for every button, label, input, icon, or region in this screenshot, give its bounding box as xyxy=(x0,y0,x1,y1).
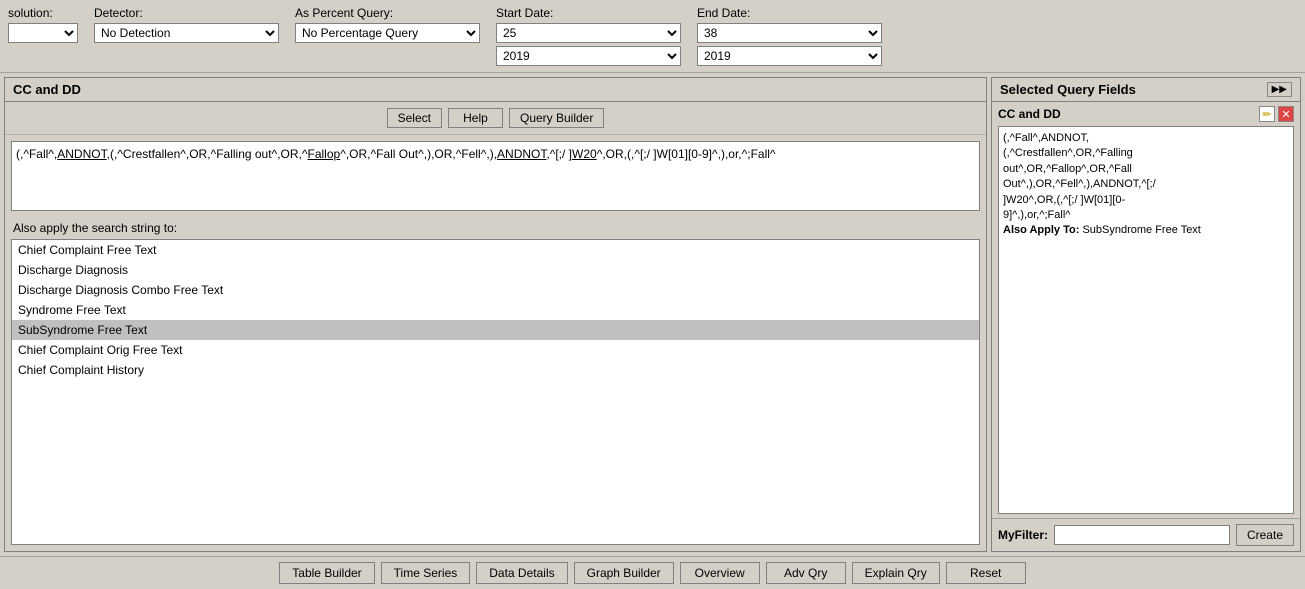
select-button[interactable]: Select xyxy=(387,108,442,128)
start-date-label: Start Date: xyxy=(496,6,681,20)
edit-icon[interactable]: ✏ xyxy=(1259,106,1275,122)
left-panel-title: CC and DD xyxy=(13,82,81,97)
end-date-year-select[interactable]: 2019 xyxy=(697,46,882,66)
percent-select[interactable]: No Percentage Query xyxy=(295,23,480,43)
myfilter-label: MyFilter: xyxy=(998,528,1048,542)
list-item[interactable]: Syndrome Free Text xyxy=(12,300,979,320)
toolbar-row: Select Help Query Builder xyxy=(5,102,986,135)
right-panel-query-text: (,^Fall^,ANDNOT, (,^Crestfallen^,OR,^Fal… xyxy=(1003,132,1156,221)
detector-group: Detector: No Detection xyxy=(94,6,279,43)
start-date-day-select[interactable]: 25 xyxy=(496,23,681,43)
help-button[interactable]: Help xyxy=(448,108,503,128)
start-date-year-select[interactable]: 2019 xyxy=(496,46,681,66)
list-item[interactable]: Discharge Diagnosis xyxy=(12,260,979,280)
list-item[interactable]: Chief Complaint Free Text xyxy=(12,240,979,260)
time-series-button[interactable]: Time Series xyxy=(381,562,471,584)
top-bar: solution: Detector: No Detection As Perc… xyxy=(0,0,1305,73)
left-panel: CC and DD Select Help Query Builder (,^F… xyxy=(4,77,987,552)
detector-label: Detector: xyxy=(94,6,279,20)
reset-button[interactable]: Reset xyxy=(946,562,1026,584)
delete-icon[interactable]: ✕ xyxy=(1278,106,1294,122)
list-item[interactable]: Chief Complaint Orig Free Text xyxy=(12,340,979,360)
also-apply-to-value: SubSyndrome Free Text xyxy=(1082,224,1200,236)
end-date-group: End Date: 38 2019 xyxy=(697,6,882,66)
left-panel-header: CC and DD xyxy=(5,78,986,102)
right-panel-title-row: CC and DD ✏ ✕ xyxy=(992,102,1300,122)
query-text-display: (,^Fall^,ANDNOT,(,^Crestfallen^,OR,^Fall… xyxy=(11,141,980,211)
list-item[interactable]: Discharge Diagnosis Combo Free Text xyxy=(12,280,979,300)
create-button[interactable]: Create xyxy=(1236,524,1294,546)
percent-group: As Percent Query: No Percentage Query xyxy=(295,6,480,43)
graph-builder-button[interactable]: Graph Builder xyxy=(574,562,674,584)
expand-button[interactable]: ▶▶ xyxy=(1267,82,1292,97)
data-details-button[interactable]: Data Details xyxy=(476,562,567,584)
right-panel-item-title: CC and DD xyxy=(998,107,1061,121)
start-date-group: Start Date: 25 2019 xyxy=(496,6,681,66)
list-item-selected[interactable]: SubSyndrome Free Text xyxy=(12,320,979,340)
main-content: CC and DD Select Help Query Builder (,^F… xyxy=(0,73,1305,556)
explain-qry-button[interactable]: Explain Qry xyxy=(852,562,940,584)
solution-label: solution: xyxy=(8,6,78,20)
end-date-label: End Date: xyxy=(697,6,882,20)
right-panel-icons: ✏ ✕ xyxy=(1259,106,1294,122)
myfilter-input[interactable] xyxy=(1054,525,1230,545)
list-item[interactable]: Chief Complaint History xyxy=(12,360,979,380)
right-panel-content: (,^Fall^,ANDNOT, (,^Crestfallen^,OR,^Fal… xyxy=(998,126,1294,514)
right-panel: Selected Query Fields ▶▶ CC and DD ✏ ✕ (… xyxy=(991,77,1301,552)
list-container[interactable]: Chief Complaint Free Text Discharge Diag… xyxy=(11,239,980,545)
right-panel-header: Selected Query Fields ▶▶ xyxy=(992,78,1300,102)
also-apply-label: Also apply the search string to: xyxy=(5,217,986,239)
percent-label: As Percent Query: xyxy=(295,6,480,20)
adv-qry-button[interactable]: Adv Qry xyxy=(766,562,846,584)
also-apply-to-label: Also Apply To: xyxy=(1003,224,1079,236)
solution-select[interactable] xyxy=(8,23,78,43)
table-builder-button[interactable]: Table Builder xyxy=(279,562,374,584)
overview-button[interactable]: Overview xyxy=(680,562,760,584)
end-date-day-select[interactable]: 38 xyxy=(697,23,882,43)
bottom-buttons: Table Builder Time Series Data Details G… xyxy=(0,556,1305,589)
detector-select[interactable]: No Detection xyxy=(94,23,279,43)
query-builder-button[interactable]: Query Builder xyxy=(509,108,604,128)
right-panel-header-title: Selected Query Fields xyxy=(1000,82,1136,97)
solution-group: solution: xyxy=(8,6,78,43)
myfilter-row: MyFilter: Create xyxy=(992,518,1300,551)
date-section: Start Date: 25 2019 End Date: 38 2019 xyxy=(496,6,882,66)
